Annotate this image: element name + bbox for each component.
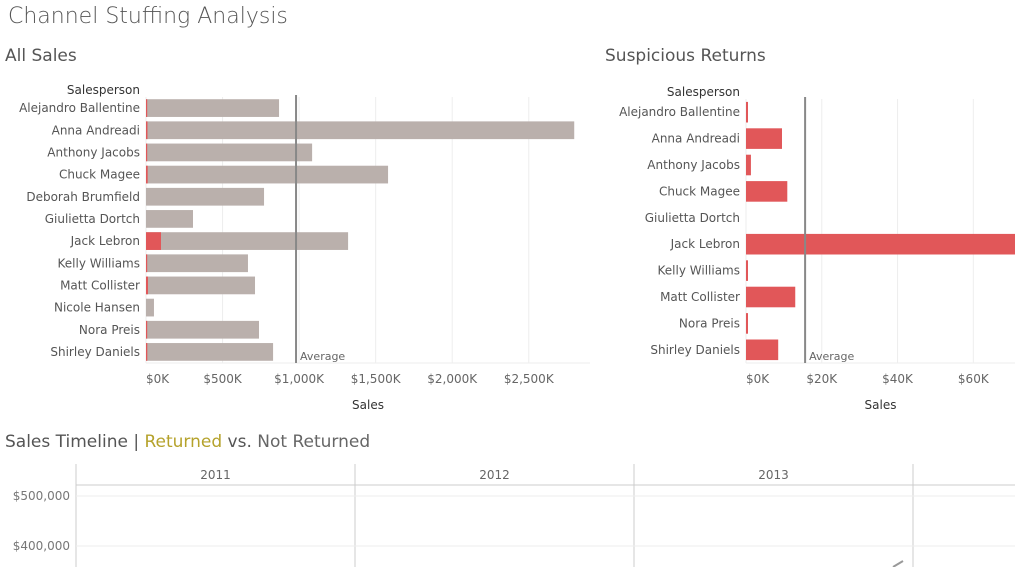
returned-bar — [146, 276, 148, 295]
returned-bar — [746, 128, 782, 149]
returned-bar — [146, 121, 148, 140]
x-tick-label: $2,000K — [427, 372, 478, 386]
year-header: 2012 — [479, 468, 510, 482]
sales-bar — [146, 320, 259, 339]
row-header: Salesperson — [667, 85, 740, 99]
sales-bar — [146, 165, 389, 184]
dashboard-canvas: $0K $500K $1,000K $1,500K $2,000K $2,500K Sale… — [13, 83, 1015, 567]
x-axis-title: Sales — [865, 398, 897, 412]
sales-bar — [146, 143, 313, 162]
category-label: Jack Lebron — [70, 234, 140, 248]
category-label: Giulietta Dortch — [645, 211, 740, 225]
category-label: Alejandro Ballentine — [19, 101, 140, 115]
returned-bar — [746, 233, 1015, 255]
x-tick-label: $40K — [882, 372, 914, 386]
sales-bar — [146, 187, 265, 206]
year-header: 2013 — [758, 468, 789, 482]
category-label: Kelly Williams — [658, 264, 740, 278]
x-tick-label: $0K — [146, 372, 170, 386]
category-label: Anna Andreadi — [652, 132, 740, 146]
category-label: Giulietta Dortch — [45, 212, 140, 226]
category-label: Anthony Jacobs — [647, 158, 740, 172]
category-label: Anthony Jacobs — [47, 145, 140, 159]
x-tick-label: $20K — [806, 372, 838, 386]
sales-bar — [146, 254, 248, 273]
sales-bar — [146, 121, 575, 140]
x-tick-label: $60K — [958, 372, 990, 386]
returned-bar — [146, 232, 162, 250]
category-label: Matt Collister — [660, 290, 740, 304]
returned-bar — [146, 99, 148, 117]
returned-bar — [746, 286, 796, 308]
sales-bar — [146, 343, 274, 361]
sales-bar — [146, 298, 154, 317]
category-label: Chuck Magee — [59, 168, 140, 182]
category-label: Chuck Magee — [659, 184, 740, 198]
category-label: Jack Lebron — [670, 237, 740, 251]
returned-bar — [746, 339, 779, 361]
y-tick-label: $400,000 — [13, 539, 70, 553]
category-label: Deborah Brumfield — [26, 190, 140, 204]
category-label: Nora Preis — [679, 316, 740, 330]
x-tick-label: $500K — [203, 372, 243, 386]
sales-line — [892, 560, 904, 567]
returned-bar — [146, 343, 148, 361]
sales-bar — [146, 232, 349, 250]
x-tick-label: $1,500K — [351, 372, 402, 386]
category-label: Nora Preis — [79, 323, 140, 337]
returned-bar — [146, 143, 148, 162]
returned-bar — [746, 313, 748, 334]
category-label: Matt Collister — [60, 278, 140, 292]
category-label: Kelly Williams — [58, 256, 140, 270]
returned-bar — [746, 154, 751, 176]
returned-bar — [146, 165, 148, 184]
x-tick-label: $2,500K — [504, 372, 555, 386]
x-tick-label: $1,000K — [274, 372, 325, 386]
returned-bar — [746, 181, 788, 202]
returned-bar — [746, 101, 748, 123]
category-label: Anna Andreadi — [52, 123, 140, 137]
sales-bar — [146, 99, 280, 117]
x-tick-label: $0K — [746, 372, 770, 386]
category-label: Shirley Daniels — [50, 345, 140, 359]
year-header: 2011 — [200, 468, 231, 482]
returned-bar — [146, 320, 148, 339]
returned-bar — [746, 260, 748, 281]
average-label: Average — [300, 350, 345, 363]
x-axis-title: Sales — [352, 398, 384, 412]
returned-bar — [146, 254, 148, 273]
category-label: Nicole Hansen — [54, 301, 140, 315]
category-label: Alejandro Ballentine — [619, 105, 740, 119]
y-tick-label: $500,000 — [13, 489, 70, 503]
row-header: Salesperson — [67, 83, 140, 97]
sales-bar — [146, 276, 256, 295]
average-label: Average — [809, 350, 854, 363]
category-label: Shirley Daniels — [650, 343, 740, 357]
sales-bar — [146, 210, 194, 228]
